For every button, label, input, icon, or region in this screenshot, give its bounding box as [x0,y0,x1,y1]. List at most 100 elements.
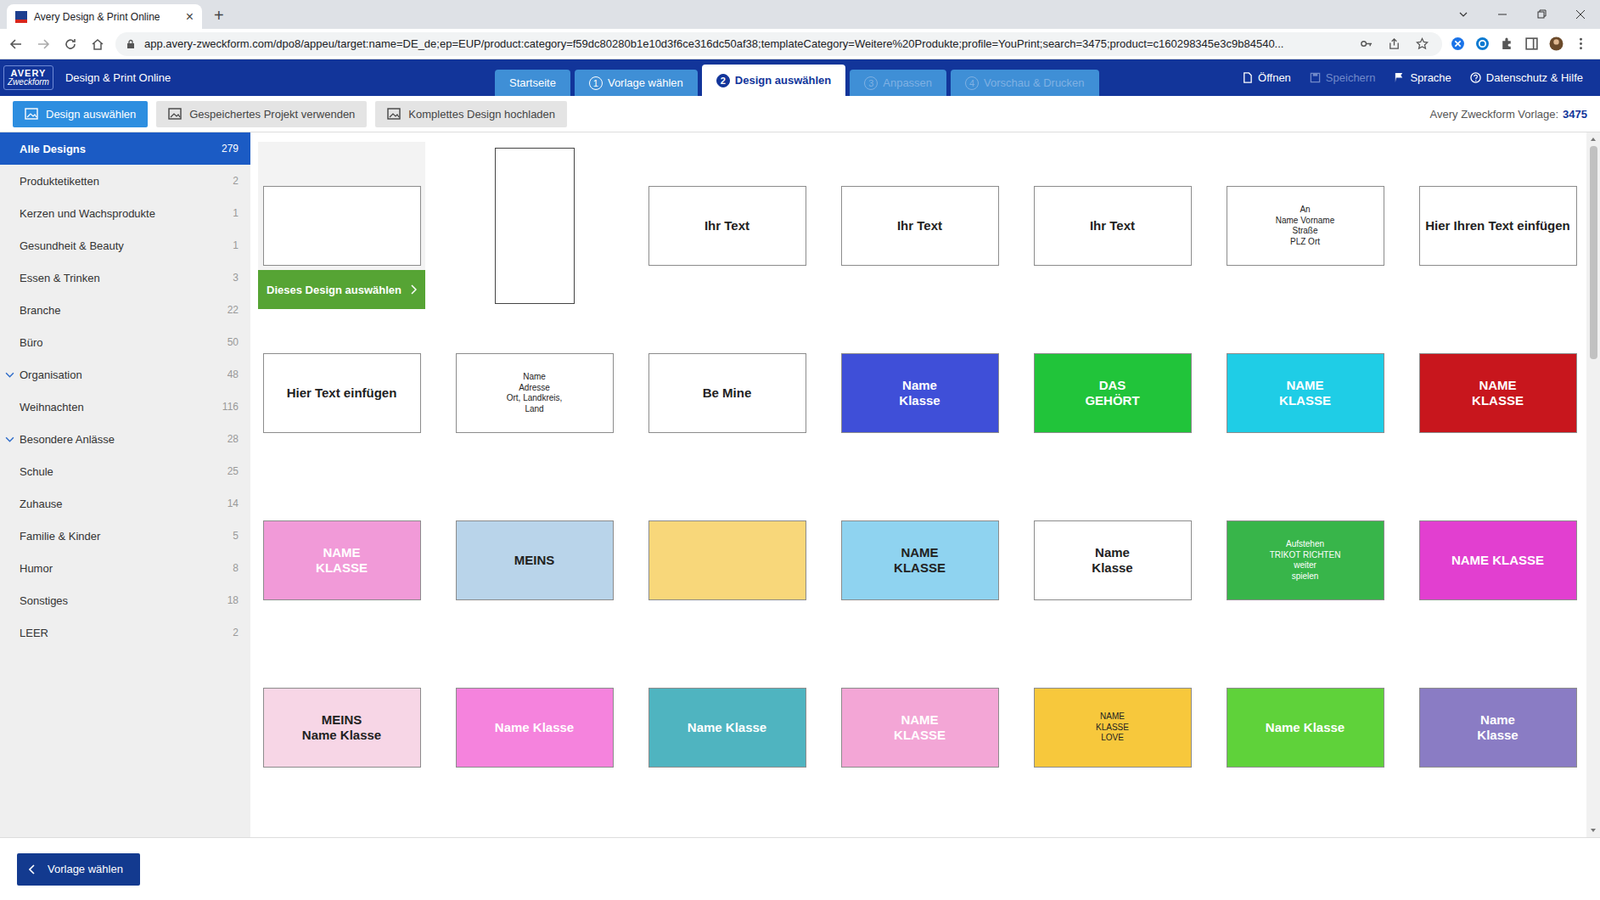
sidebar-item[interactable]: Weihnachten116 [0,390,251,423]
design-card[interactable]: Hier Text einfügen [263,353,422,433]
design-card[interactable]: AufstehenTRIKOT RICHTENweiterspielen [1226,520,1385,601]
sidebar-item[interactable]: LEER2 [0,616,251,649]
design-cell[interactable]: MEINSName Klasse [258,643,426,811]
design-cell[interactable]: Dieses Design auswählen [258,141,426,309]
design-cell[interactable]: Name Klasse [643,643,811,811]
restore-icon[interactable] [1521,9,1561,20]
design-cell[interactable]: NAMEKLASSE [836,476,1004,644]
back-icon[interactable] [6,37,26,51]
toolbar-button[interactable]: Komplettes Design hochladen [375,101,568,128]
minimize-icon[interactable] [1482,9,1522,20]
design-cell[interactable] [450,141,618,309]
sidebar-item[interactable]: Büro50 [0,325,251,359]
lock-icon[interactable] [125,39,136,50]
design-cell[interactable]: NameKlasse [1414,643,1582,811]
design-card[interactable]: NAMEKLASSE [1226,353,1385,433]
design-cell[interactable]: DASGEHÖRT [1028,308,1196,477]
design-cell[interactable]: Ihr Text [643,141,811,309]
sidepanel-icon[interactable] [1524,36,1539,51]
design-cell[interactable]: NAMEKLASSE [836,643,1004,811]
profile-avatar-icon[interactable] [1549,36,1564,51]
design-card[interactable]: NAMEKLASSE [263,520,422,601]
design-card[interactable]: Name Klasse [1226,687,1385,768]
sidebar-item[interactable]: Branche22 [0,293,251,326]
home-icon[interactable] [88,37,107,51]
sidebar-item[interactable]: Humor8 [0,551,251,584]
step-tab[interactable]: 2Design auswählen [701,64,846,96]
step-tab[interactable]: 3Anpassen [849,69,947,96]
design-card[interactable]: NAME KLASSE [1419,520,1578,601]
design-cell[interactable]: NAMEKLASSE [1221,308,1389,477]
design-card[interactable]: Ihr Text [648,185,807,266]
header-action[interactable]: Sprache [1393,71,1451,85]
design-card[interactable]: NAMEKLASSE [1419,353,1578,433]
design-card[interactable]: DASGEHÖRT [1033,353,1192,433]
design-card[interactable] [648,520,807,601]
sidebar-item[interactable]: Essen & Trinken3 [0,261,251,294]
design-cell[interactable]: Hier Text einfügen [258,308,426,477]
toolbar-button[interactable]: Gespeichertes Projekt verwenden [156,101,367,128]
design-card[interactable]: Be Mine [648,353,807,433]
design-cell[interactable]: NAMEKLASSE [1414,308,1582,477]
select-design-button[interactable]: Dieses Design auswählen [258,269,426,309]
scroll-up-icon[interactable] [1588,132,1598,146]
sidebar-item[interactable]: Besondere Anlässe28 [0,422,251,455]
step-tab[interactable]: 1Vorlage wählen [574,69,698,96]
back-button[interactable]: Vorlage wählen [16,853,141,886]
scrollbar[interactable] [1586,132,1600,837]
design-cell[interactable]: MEINS [450,476,618,644]
sidebar-item[interactable]: Schule25 [0,454,251,488]
reload-icon[interactable] [61,37,80,51]
design-cell[interactable]: NAME KLASSE [1414,476,1582,644]
design-cell[interactable]: Ihr Text [836,141,1004,309]
sidebar-item[interactable]: Produktetiketten2 [0,164,251,197]
avery-logo[interactable]: AVERYZweckform [3,65,54,90]
design-card[interactable]: NameAdresseOrt, Landkreis,Land [455,353,614,433]
browser-tab[interactable]: Avery Design & Print Online× [6,4,203,29]
toolbar-button[interactable]: Design auswählen [12,101,148,128]
design-card[interactable]: NameKlasse [1419,687,1578,768]
design-cell[interactable]: NAMEKLASSELOVE [1028,643,1196,811]
scroll-down-icon[interactable] [1588,823,1598,837]
design-card[interactable] [263,185,422,266]
key-icon[interactable] [1356,37,1376,51]
design-card[interactable]: AnName VornameStraßePLZ Ort [1226,185,1385,266]
close-icon[interactable] [1560,9,1600,20]
header-action[interactable]: Datenschutz & Hilfe [1470,71,1584,85]
design-cell[interactable]: Name Klasse [450,643,618,811]
design-card[interactable]: Ihr Text [841,185,1000,266]
design-cell[interactable]: NameAdresseOrt, Landkreis,Land [450,308,618,477]
design-cell[interactable]: NameKlasse [1028,476,1196,644]
header-action[interactable]: Öffnen [1241,71,1292,85]
step-tab[interactable]: 4Vorschau & Drucken [950,69,1100,96]
tab-close-button[interactable]: × [185,9,194,25]
bookmark-star-icon[interactable] [1412,37,1432,51]
sidebar-item[interactable]: Gesundheit & Beauty1 [0,229,251,262]
design-cell[interactable]: Hier Ihren Text einfügen [1414,141,1582,309]
sidebar-item[interactable]: Zuhause14 [0,487,251,520]
sidebar-item[interactable]: Sonstiges18 [0,583,251,617]
design-card[interactable]: MEINSName Klasse [263,687,422,768]
design-card[interactable]: NAMEKLASSELOVE [1033,687,1192,768]
design-cell[interactable]: Be Mine [643,308,811,477]
design-card[interactable]: NameKlasse [1033,520,1192,601]
tab-search-icon[interactable] [1443,9,1483,20]
design-cell[interactable]: NameKlasse [836,308,1004,477]
sidebar-item[interactable]: Alle Designs279 [0,132,251,165]
design-card[interactable]: Name Klasse [648,687,807,768]
share-icon[interactable] [1384,37,1404,51]
extension-blue-icon[interactable] [1450,36,1466,51]
design-cell[interactable]: Ihr Text [1028,141,1196,309]
design-card[interactable]: NameKlasse [841,353,1000,433]
header-action[interactable]: Speichern [1309,71,1376,85]
design-cell[interactable] [643,476,811,644]
design-card[interactable]: Name Klasse [455,687,614,768]
design-cell[interactable]: AufstehenTRIKOT RICHTENweiterspielen [1221,476,1389,644]
scrollbar-thumb[interactable] [1589,145,1598,360]
sidebar-item[interactable]: Familie & Kinder5 [0,519,251,552]
puzzle-icon[interactable] [1499,36,1515,51]
sidebar-item[interactable]: Kerzen und Wachsprodukte1 [0,196,251,230]
design-card[interactable] [494,147,575,304]
design-cell[interactable]: Name Klasse [1221,643,1389,811]
sidebar-item[interactable]: Organisation48 [0,358,251,391]
